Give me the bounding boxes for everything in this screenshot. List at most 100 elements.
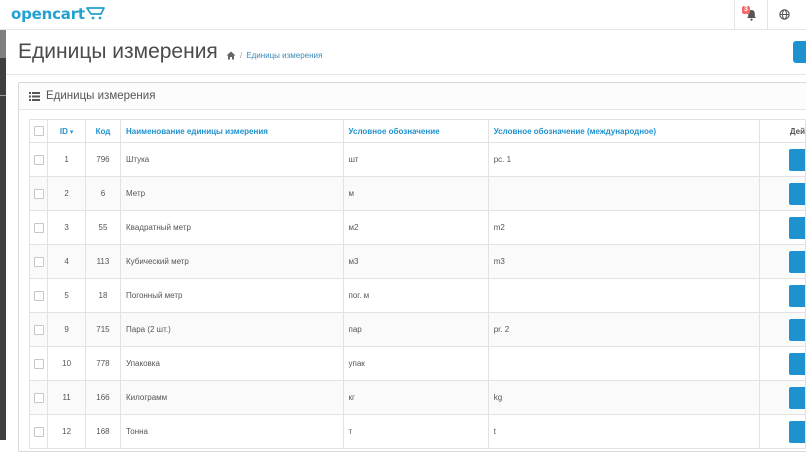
table-header-row: ID ▾ Код Наименование единицы измерения У… xyxy=(28,119,806,143)
row-code: 18 xyxy=(84,278,122,313)
row-symbol-intl: m3 xyxy=(487,244,761,279)
column-id[interactable]: ID ▾ xyxy=(47,119,86,143)
row-name: Штука xyxy=(120,142,344,177)
row-select-cell xyxy=(28,142,49,177)
table-row: 10 778 Упаковка упак xyxy=(28,346,806,381)
column-code[interactable]: Код xyxy=(84,119,122,143)
select-all-checkbox[interactable] xyxy=(33,126,44,136)
row-id: 12 xyxy=(47,414,86,449)
row-actions xyxy=(759,210,806,245)
row-checkbox[interactable] xyxy=(33,358,44,369)
row-code: 55 xyxy=(84,210,122,245)
row-symbol: упак xyxy=(342,346,489,381)
row-symbol: пар xyxy=(342,312,489,347)
row-actions xyxy=(759,176,806,211)
row-code: 113 xyxy=(84,244,122,279)
row-symbol: т xyxy=(342,414,489,449)
table-row: 2 6 Метр м xyxy=(28,176,806,211)
column-symbol[interactable]: Условное обозначение xyxy=(342,119,489,143)
row-actions xyxy=(759,380,806,415)
table-row: 4 113 Кубический метр м3 m3 xyxy=(28,244,806,279)
row-symbol: м3 xyxy=(342,244,489,279)
edit-button[interactable] xyxy=(789,352,805,375)
select-all-cell xyxy=(28,119,49,143)
row-actions xyxy=(759,346,806,381)
table-row: 9 715 Пара (2 шт.) пар pr. 2 xyxy=(28,312,806,347)
edit-button[interactable] xyxy=(789,182,805,205)
home-icon[interactable] xyxy=(226,51,236,60)
row-select-cell xyxy=(28,380,49,415)
edit-button[interactable] xyxy=(789,148,805,171)
row-code: 796 xyxy=(84,142,122,177)
row-actions xyxy=(759,414,806,449)
row-name: Килограмм xyxy=(120,380,344,415)
row-checkbox[interactable] xyxy=(33,392,44,403)
table-row: 12 168 Тонна т t xyxy=(28,414,806,449)
edit-button[interactable] xyxy=(789,420,805,443)
units-table: ID ▾ Код Наименование единицы измерения У… xyxy=(28,119,806,449)
row-id: 2 xyxy=(47,176,86,211)
language-button[interactable] xyxy=(767,0,800,29)
row-symbol-intl xyxy=(487,176,761,211)
table-row: 1 796 Штука шт pc. 1 xyxy=(28,142,806,177)
row-code: 778 xyxy=(84,346,122,381)
edit-button[interactable] xyxy=(789,386,805,409)
notifications-button[interactable]: 3 xyxy=(734,0,767,29)
edit-button[interactable] xyxy=(789,216,805,239)
row-select-cell xyxy=(28,176,49,211)
row-symbol-intl xyxy=(487,346,761,381)
edit-button[interactable] xyxy=(789,318,805,341)
notification-badge: 3 xyxy=(742,6,750,14)
list-icon xyxy=(29,92,40,101)
column-id-label: ID xyxy=(59,126,68,136)
page-title: Единицы измерения xyxy=(18,40,218,63)
row-name: Квадратный метр xyxy=(120,210,344,245)
row-actions xyxy=(759,244,806,279)
row-id: 4 xyxy=(47,244,86,279)
row-name: Упаковка xyxy=(120,346,344,381)
column-name[interactable]: Наименование единицы измерения xyxy=(120,119,344,143)
row-symbol-intl: t xyxy=(487,414,761,449)
row-code: 6 xyxy=(84,176,122,211)
row-symbol: м xyxy=(342,176,489,211)
row-checkbox[interactable] xyxy=(33,426,44,437)
edit-button[interactable] xyxy=(789,250,805,273)
row-id: 5 xyxy=(47,278,86,313)
row-name: Пара (2 шт.) xyxy=(120,312,344,347)
row-symbol-intl: kg xyxy=(487,380,761,415)
row-checkbox[interactable] xyxy=(33,324,44,335)
edit-button[interactable] xyxy=(789,284,805,307)
row-checkbox[interactable] xyxy=(33,256,44,267)
page-header-divider xyxy=(6,74,806,75)
row-name: Кубический метр xyxy=(120,244,344,279)
cart-logo-icon xyxy=(85,7,105,20)
row-actions xyxy=(759,278,806,313)
row-checkbox[interactable] xyxy=(33,290,44,301)
row-select-cell xyxy=(28,244,49,279)
row-code: 166 xyxy=(84,380,122,415)
row-actions xyxy=(759,312,806,347)
table-row: 5 18 Погонный метр пог. м xyxy=(28,278,806,313)
row-select-cell xyxy=(28,346,49,381)
row-id: 3 xyxy=(47,210,86,245)
row-select-cell xyxy=(28,414,49,449)
row-checkbox[interactable] xyxy=(33,222,44,233)
add-new-button[interactable] xyxy=(793,41,806,63)
sort-caret-icon: ▾ xyxy=(69,128,74,136)
row-symbol: шт xyxy=(342,142,489,177)
row-name: Метр xyxy=(120,176,344,211)
row-checkbox[interactable] xyxy=(33,188,44,199)
row-id: 1 xyxy=(47,142,86,177)
row-symbol-intl: m2 xyxy=(487,210,761,245)
panel-title: Единицы измерения xyxy=(46,90,156,102)
breadcrumb-link[interactable]: Единицы измерения xyxy=(246,51,322,60)
globe-icon xyxy=(778,9,790,20)
row-symbol-intl: pc. 1 xyxy=(487,142,761,177)
panel-heading: Единицы измерения xyxy=(19,83,806,110)
row-symbol: м2 xyxy=(342,210,489,245)
opencart-logo[interactable]: opencart xyxy=(11,5,108,25)
column-symbol-intl[interactable]: Условное обозначение (международное) xyxy=(487,119,761,143)
row-actions xyxy=(759,142,806,177)
row-checkbox[interactable] xyxy=(33,154,44,165)
row-symbol-intl: pr. 2 xyxy=(487,312,761,347)
